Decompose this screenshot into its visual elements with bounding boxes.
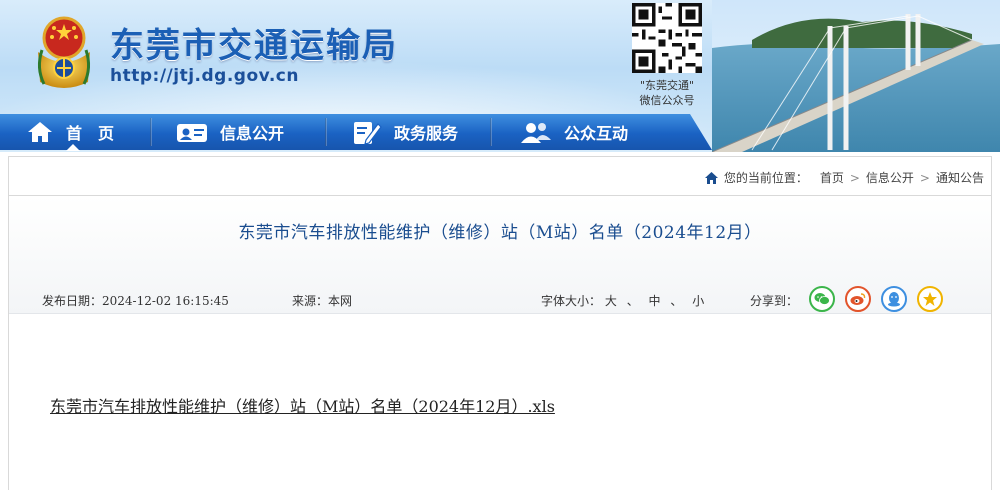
nav-divider: [150, 118, 152, 146]
people-icon: [521, 123, 551, 143]
share-label: 分享到：: [750, 294, 799, 308]
font-size-small[interactable]: 小: [692, 294, 704, 308]
nav-item-label: 信息公开: [220, 124, 285, 143]
site-url[interactable]: http://jtj.dg.gov.cn: [110, 66, 299, 86]
weibo-icon: [850, 293, 866, 305]
site-title: 东莞市交通运输局: [110, 26, 398, 66]
share-weibo-button[interactable]: [845, 286, 871, 312]
info-card-icon: [177, 124, 207, 142]
nav-item-gov-services[interactable]: 政务服务: [352, 114, 458, 150]
home-icon: [28, 122, 52, 142]
qr-code-icon: [632, 3, 702, 73]
nav-item-public-interaction[interactable]: 公众互动: [520, 114, 628, 150]
attachment-download-link[interactable]: 东莞市汽车排放性能维护（维修）站（M站）名单（2024年12月）.xls: [50, 393, 555, 417]
share-wechat-button[interactable]: [809, 286, 835, 312]
breadcrumb-notices[interactable]: 通知公告: [936, 169, 984, 186]
breadcrumb-info-disclosure[interactable]: 信息公开: [866, 169, 914, 186]
nav-item-label: 首 页: [66, 124, 115, 143]
nav-active-indicator: [66, 144, 80, 151]
breadcrumb-prefix: 您的当前位置：: [723, 171, 808, 185]
breadcrumb-home[interactable]: 首页: [820, 169, 844, 186]
nav-divider: [325, 118, 327, 146]
nav-item-label: 政务服务: [394, 124, 459, 143]
emblem-logo: [37, 16, 91, 88]
nav-item-info-disclosure[interactable]: 信息公开: [176, 114, 284, 150]
article-title: 东莞市汽车排放性能维护（维修）站（M站）名单（2024年12月）: [238, 223, 762, 243]
font-size-control: 字体大小： 大 、 中 、 小: [541, 294, 705, 308]
edit-document-icon: [354, 122, 382, 145]
share-qq-button[interactable]: [881, 286, 907, 312]
font-size-medium[interactable]: 中: [649, 294, 661, 308]
qr-caption: "东莞交通" 微信公众号: [639, 79, 695, 107]
breadcrumb-separator: >: [919, 170, 930, 185]
home-icon: [704, 171, 718, 184]
qzone-icon: [923, 292, 937, 306]
nav-item-label: 公众互动: [564, 124, 629, 143]
publish-date: 发布日期：2024-12-02 16:15:45: [42, 294, 229, 308]
bridge-banner-image: [712, 0, 1000, 152]
font-size-large[interactable]: 大: [605, 294, 617, 308]
qq-icon: [888, 292, 900, 307]
breadcrumb-separator: >: [849, 170, 860, 185]
article-source: 来源：本网: [292, 294, 353, 308]
share-qzone-button[interactable]: [917, 286, 943, 312]
breadcrumb: 您的当前位置： 首页 > 信息公开 > 通知公告: [704, 169, 984, 186]
wechat-icon: [814, 293, 830, 305]
nav-divider: [490, 118, 492, 146]
